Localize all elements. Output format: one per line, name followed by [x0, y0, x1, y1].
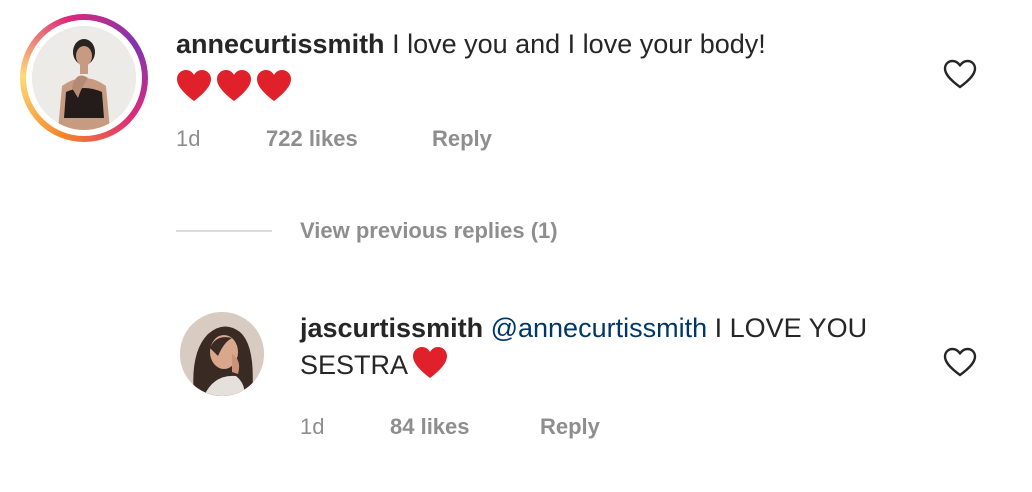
comment-text: I love you and I love your body! [384, 29, 766, 59]
comment: annecurtissmith I love you and I love yo… [20, 14, 1020, 164]
comment-username[interactable]: annecurtissmith [176, 29, 385, 59]
comment-body: annecurtissmith I love you and I love yo… [176, 26, 936, 106]
reply-mention[interactable]: @annecurtissmith [491, 313, 708, 343]
story-ring[interactable] [20, 14, 148, 142]
red-heart-icon [216, 69, 252, 103]
reply-body: jascurtissmith @annecurtissmith I LOVE Y… [300, 310, 920, 383]
red-heart-icon [176, 69, 212, 103]
view-previous-replies[interactable]: View previous replies (1) [176, 218, 558, 244]
divider-line [176, 230, 272, 232]
heart-outline-icon[interactable] [942, 58, 978, 90]
profile-photo-icon [32, 26, 136, 130]
reply-avatar[interactable] [180, 312, 264, 396]
comment-likes[interactable]: 722 likes [266, 126, 432, 152]
view-replies-label[interactable]: View previous replies (1) [300, 218, 558, 244]
profile-photo-icon [180, 312, 264, 396]
red-heart-icon [412, 346, 448, 380]
reply-likes[interactable]: 84 likes [390, 414, 540, 440]
emoji-row [176, 66, 936, 106]
comment-time[interactable]: 1d [176, 126, 266, 152]
avatar[interactable] [32, 26, 136, 130]
reply-button[interactable]: Reply [540, 414, 600, 440]
heart-outline-icon[interactable] [942, 346, 978, 378]
reply-meta: 1d 84 likes Reply [300, 414, 600, 440]
reply-comment: jascurtissmith @annecurtissmith I LOVE Y… [180, 308, 1020, 458]
reply-username[interactable]: jascurtissmith [300, 313, 483, 343]
comment-meta: 1d 722 likes Reply [176, 126, 492, 152]
reply-time[interactable]: 1d [300, 414, 390, 440]
red-heart-icon [256, 69, 292, 103]
reply-button[interactable]: Reply [432, 126, 492, 152]
